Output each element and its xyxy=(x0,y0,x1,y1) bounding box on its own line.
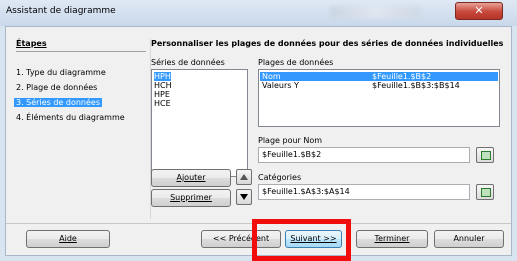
categories-label: Catégories xyxy=(258,173,302,182)
series-item-hph[interactable]: HPH xyxy=(154,72,171,81)
add-button[interactable]: Ajouter xyxy=(151,169,231,187)
close-button[interactable]: ✕ xyxy=(455,2,503,20)
page-title: Personnaliser les plages de données pour… xyxy=(151,39,504,48)
series-listbox[interactable]: HPH HCH HPE HCE xyxy=(151,69,248,177)
title-bar: Assistant de diagramme ✕ xyxy=(0,0,517,26)
select-range-button[interactable] xyxy=(476,147,494,163)
range-value-nom[interactable]: $Feuille1.$B$2 xyxy=(372,72,431,81)
finish-button[interactable]: Terminer xyxy=(356,230,428,248)
remove-button-label: Supprimer xyxy=(170,193,212,202)
finish-button-label: Terminer xyxy=(374,234,410,243)
steps-heading: Étapes xyxy=(16,39,47,48)
annotation-highlight-box xyxy=(252,219,351,261)
categories-input[interactable]: $Feuille1.$A$3:$A$14 xyxy=(258,184,470,200)
help-button-label: Aide xyxy=(59,234,77,243)
range-for-name-input[interactable]: $Feuille1.$B$2 xyxy=(258,147,470,163)
move-up-button[interactable] xyxy=(236,169,252,185)
step-chart-elements[interactable]: 4. Éléments du diagramme xyxy=(16,113,125,122)
blurred-title-region xyxy=(330,6,420,18)
step-data-range[interactable]: 2. Plage de données xyxy=(16,83,97,92)
series-item-hch[interactable]: HCH xyxy=(154,81,172,90)
range-value-y[interactable]: $Feuille1.$B$3:$B$14 xyxy=(372,81,460,90)
add-button-label: Ajouter xyxy=(176,173,206,182)
select-categories-button[interactable] xyxy=(476,184,494,200)
ranges-listbox[interactable]: Nom $Feuille1.$B$2 Valeurs Y $Feuille1.$… xyxy=(258,69,500,127)
window-title: Assistant de diagramme xyxy=(6,6,116,16)
step-data-series[interactable]: 3. Séries de données xyxy=(14,98,102,107)
series-label: Séries de données xyxy=(151,58,225,67)
range-for-name-label: Plage pour Nom xyxy=(258,136,323,145)
ranges-label: Plages de données xyxy=(258,58,334,67)
range-name-nom[interactable]: Nom xyxy=(262,72,281,81)
arrow-up-icon xyxy=(240,174,248,180)
move-down-button[interactable] xyxy=(236,189,252,205)
step-chart-type[interactable]: 1. Type du diagramme xyxy=(16,68,106,77)
cancel-button[interactable]: Annuler xyxy=(434,230,504,248)
arrow-down-icon xyxy=(240,194,248,200)
steps-divider xyxy=(16,51,146,52)
series-item-hce[interactable]: HCE xyxy=(154,99,171,108)
range-name-y[interactable]: Valeurs Y xyxy=(262,81,299,90)
help-button[interactable]: Aide xyxy=(26,230,110,248)
remove-button[interactable]: Supprimer xyxy=(151,189,231,207)
series-item-hpe[interactable]: HPE xyxy=(154,90,170,99)
